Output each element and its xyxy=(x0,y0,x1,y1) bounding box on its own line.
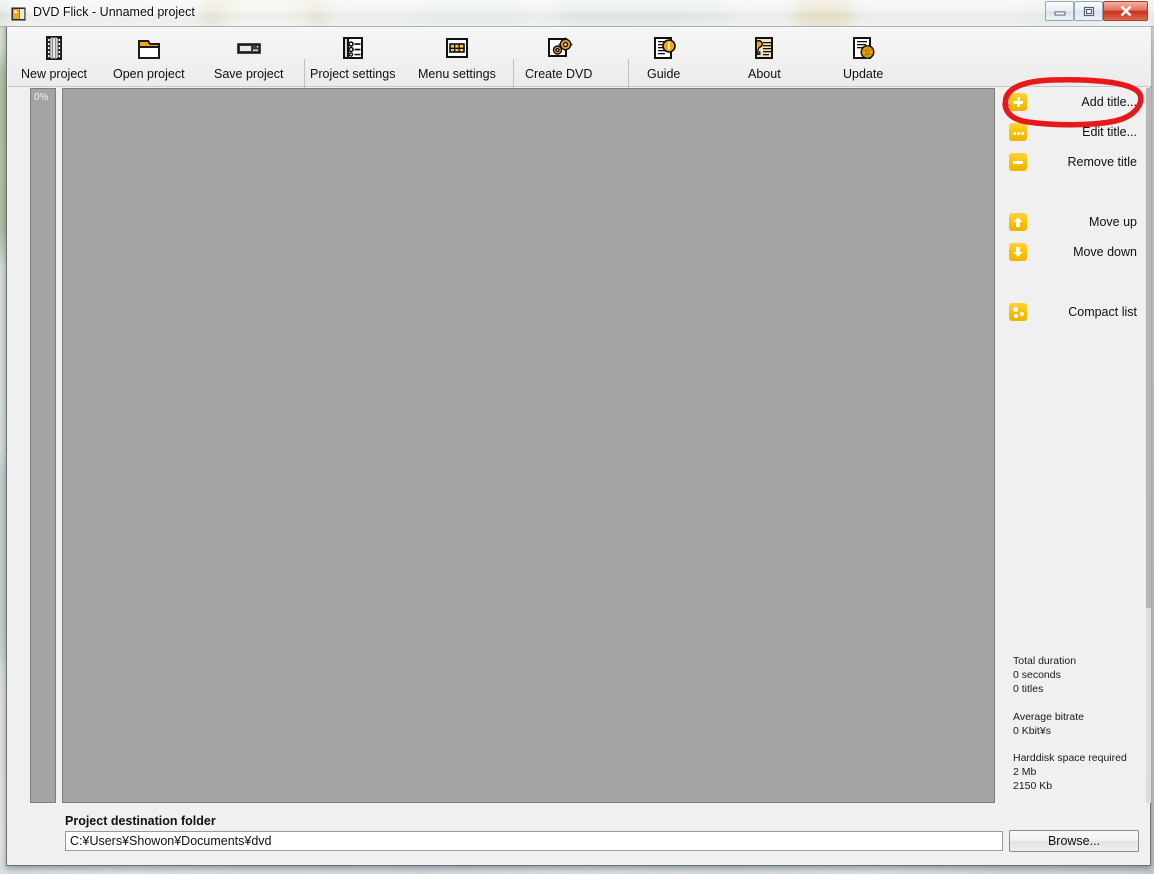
destination-folder-label: Project destination folder xyxy=(65,814,216,828)
remove-title-label: Remove title xyxy=(1067,155,1137,169)
compact-list-button[interactable]: Compact list xyxy=(1009,300,1147,324)
total-duration-heading: Total duration xyxy=(1013,655,1077,667)
document-globe-icon xyxy=(847,32,879,64)
floppy-disk-icon xyxy=(233,32,265,64)
move-up-button[interactable]: Move up xyxy=(1009,210,1147,234)
toolbar-button-guide[interactable]: Guide xyxy=(647,30,680,84)
compact-list-icon xyxy=(1009,303,1027,321)
harddisk-space-group: Harddisk space required 2 Mb 2150 Kb xyxy=(1013,751,1147,794)
minus-icon xyxy=(1009,153,1027,171)
settings-list-icon xyxy=(337,32,369,64)
progress-percent-label: 0% xyxy=(34,92,49,103)
arrow-up-icon xyxy=(1009,213,1027,231)
maximize-button[interactable] xyxy=(1074,1,1103,21)
folder-open-icon xyxy=(133,32,165,64)
minimize-button[interactable] xyxy=(1045,1,1074,21)
document-info-icon xyxy=(648,32,680,64)
toolbar-label: New project xyxy=(21,67,87,81)
filmstrip-icon xyxy=(38,32,70,64)
toolbar-button-save-project[interactable]: Save project xyxy=(214,30,283,84)
toolbar-label: Update xyxy=(843,67,884,81)
harddisk-space-kb: 2150 Kb xyxy=(1013,780,1053,793)
toolbar-button-open-project[interactable]: Open project xyxy=(113,30,185,84)
destination-folder-input[interactable] xyxy=(65,831,1003,851)
remove-title-button[interactable]: Remove title xyxy=(1009,150,1147,174)
minimize-icon xyxy=(1054,11,1065,16)
toolbar-label: Guide xyxy=(647,67,681,81)
title-list-panel[interactable] xyxy=(62,88,995,803)
application-window: New project Open project Save project Pr… xyxy=(6,0,1151,866)
ellipsis-icon xyxy=(1009,123,1027,141)
menu-window-icon xyxy=(441,32,473,64)
edit-title-label: Edit title... xyxy=(1082,125,1137,139)
document-about-icon xyxy=(748,32,780,64)
application-icon xyxy=(11,6,27,22)
toolbar-button-menu-settings[interactable]: Menu settings xyxy=(418,30,496,84)
browse-button[interactable]: Browse... xyxy=(1009,830,1139,852)
window-title-text: DVD Flick - Unnamed project xyxy=(33,5,195,19)
close-icon xyxy=(1120,5,1131,17)
harddisk-space-mb: 2 Mb xyxy=(1013,766,1037,779)
titlebar-bottom-border xyxy=(0,26,1154,27)
close-button[interactable] xyxy=(1103,1,1148,21)
encode-progress-bar: 0% xyxy=(30,88,56,803)
toolbar-label: Open project xyxy=(113,67,185,81)
toolbar-button-update[interactable]: Update xyxy=(843,30,883,84)
total-duration-value: 0 seconds xyxy=(1013,669,1061,682)
total-duration-group: Total duration 0 seconds 0 titles xyxy=(1013,654,1147,697)
toolbar-button-about[interactable]: About xyxy=(748,30,781,84)
side-action-panel: Add title... Edit title... Remove title … xyxy=(1003,88,1151,803)
add-title-label: Add title... xyxy=(1081,95,1137,109)
average-bitrate-value: 0 Kbit¥s xyxy=(1013,724,1051,737)
toolbar-button-new-project[interactable]: New project xyxy=(21,30,87,84)
plus-icon xyxy=(1009,93,1027,111)
toolbar-label: About xyxy=(748,67,781,81)
add-title-button[interactable]: Add title... xyxy=(1009,90,1147,114)
maximize-icon xyxy=(1083,6,1094,16)
toolbar-button-project-settings[interactable]: Project settings xyxy=(310,30,395,84)
harddisk-space-heading: Harddisk space required xyxy=(1013,752,1127,765)
toolbar-label: Create DVD xyxy=(525,67,593,81)
main-toolbar: New project Open project Save project Pr… xyxy=(8,27,1151,106)
toolbar-label: Save project xyxy=(214,67,284,81)
toolbar-label: Menu settings xyxy=(418,67,496,81)
gears-disc-icon xyxy=(543,32,575,64)
window-title-bar[interactable]: DVD Flick - Unnamed project xyxy=(0,0,1154,27)
average-bitrate-group: Average bitrate 0 Kbit¥s xyxy=(1013,710,1147,738)
toolbar-button-create-dvd[interactable]: Create DVD xyxy=(525,30,592,84)
move-down-label: Move down xyxy=(1073,245,1137,259)
toolbar-label: Project settings xyxy=(310,67,396,81)
arrow-down-icon xyxy=(1009,243,1027,261)
edit-title-button[interactable]: Edit title... xyxy=(1009,120,1147,144)
average-bitrate-heading: Average bitrate xyxy=(1013,710,1085,723)
total-titles-value: 0 titles xyxy=(1013,683,1044,696)
compact-list-label: Compact list xyxy=(1068,305,1137,319)
project-statistics: Total duration 0 seconds 0 titles Averag… xyxy=(1013,654,1147,807)
move-down-button[interactable]: Move down xyxy=(1009,240,1147,264)
move-up-label: Move up xyxy=(1089,215,1137,229)
side-panel-scrollbar[interactable] xyxy=(1146,88,1151,803)
scrollbar-thumb[interactable] xyxy=(1146,88,1151,608)
